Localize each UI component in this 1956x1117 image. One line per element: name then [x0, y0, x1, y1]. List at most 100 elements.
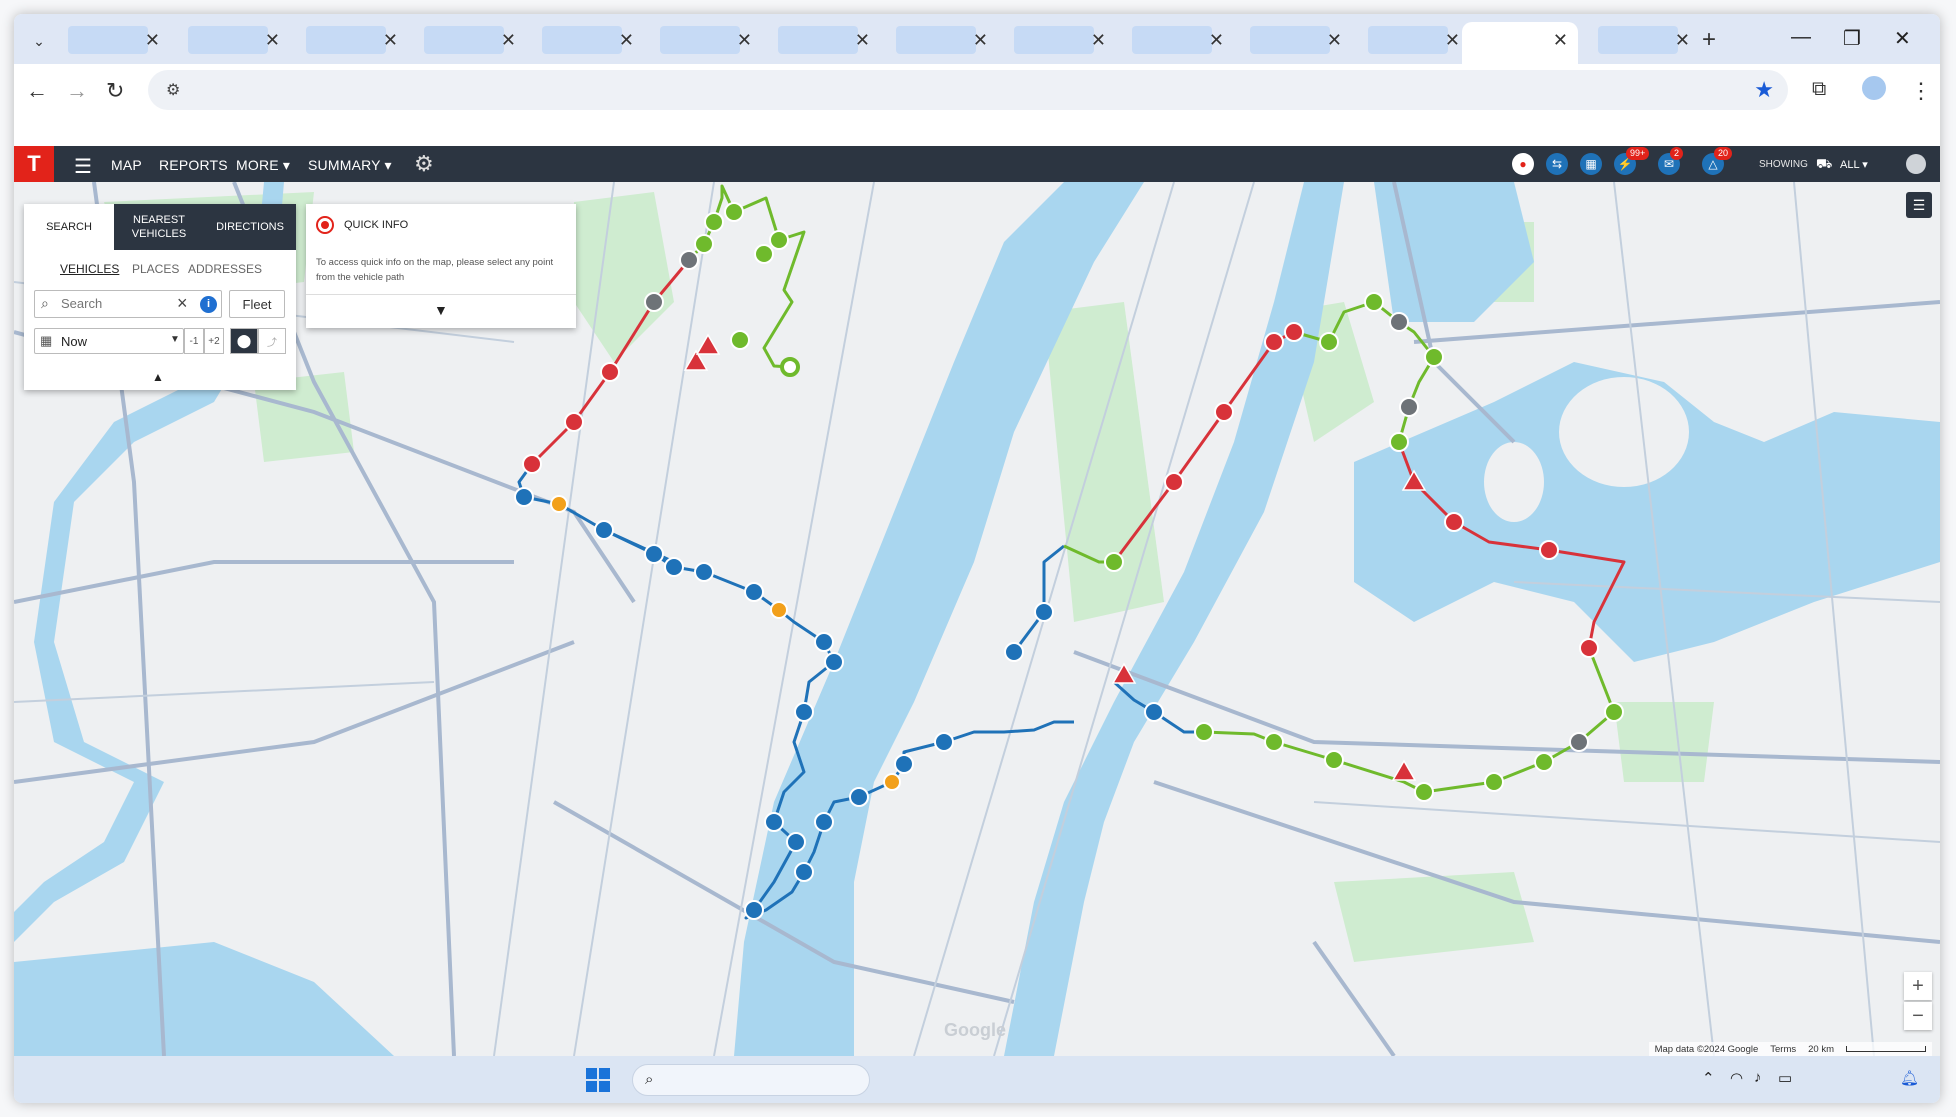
profile-avatar[interactable] [1862, 76, 1886, 100]
tab-close-icon[interactable]: ✕ [855, 29, 870, 51]
map-svg[interactable] [14, 182, 1940, 1056]
notification-bell-icon[interactable]: 🔔︎ [1900, 1069, 1919, 1087]
user-account-icon[interactable] [1906, 154, 1926, 174]
direction-arrow-marker-icon[interactable] [594, 520, 614, 540]
driver-icon[interactable]: ● [1512, 153, 1534, 175]
tab-close-icon[interactable]: ✕ [619, 29, 634, 51]
direction-arrow-marker-icon[interactable] [1444, 512, 1464, 532]
direction-arrow-marker-icon[interactable] [769, 230, 789, 250]
direction-arrow-marker-icon[interactable] [600, 362, 620, 382]
direction-arrow-marker-icon[interactable] [724, 202, 744, 222]
expand-panel-icon[interactable]: ▼ [434, 302, 448, 318]
browser-tab-active[interactable]: ✕ [1462, 22, 1578, 64]
subtab-vehicles[interactable]: VEHICLES [60, 262, 119, 276]
showing-dropdown[interactable]: ALL ▾ [1840, 158, 1868, 171]
route-end-marker-icon[interactable] [780, 357, 800, 377]
direction-arrow-marker-icon[interactable] [754, 244, 774, 264]
direction-arrow-marker-icon[interactable] [644, 544, 664, 564]
route-toggle-button[interactable]: ⤴ [258, 328, 286, 354]
stop-marker-icon[interactable] [770, 601, 788, 619]
tab-close-icon[interactable]: ✕ [1675, 29, 1690, 51]
battery-icon[interactable]: ▭ [1778, 1069, 1792, 1087]
nav-map[interactable]: MAP [111, 157, 142, 173]
tab-close-icon[interactable]: ✕ [1445, 29, 1460, 51]
tab-directions[interactable]: DIRECTIONS [204, 204, 296, 250]
stop-marker-icon[interactable] [883, 773, 901, 791]
direction-arrow-marker-icon[interactable] [694, 234, 714, 254]
tab-close-icon[interactable]: ✕ [145, 29, 160, 51]
direction-arrow-marker-icon[interactable] [1389, 432, 1409, 452]
direction-arrow-marker-icon[interactable] [794, 702, 814, 722]
direction-arrow-marker-icon[interactable] [694, 562, 714, 582]
direction-arrow-marker-icon[interactable] [849, 787, 869, 807]
browser-tab[interactable]: ✕ [882, 22, 998, 58]
zoom-in-button[interactable]: + [1904, 972, 1932, 1000]
back-icon[interactable]: ← [26, 78, 48, 104]
direction-arrow-marker-icon[interactable] [1319, 332, 1339, 352]
direction-arrow-marker-icon[interactable] [1164, 472, 1184, 492]
tab-close-icon[interactable]: ✕ [383, 29, 398, 51]
fleet-button[interactable]: Fleet [229, 290, 285, 318]
direction-arrow-marker-icon[interactable] [644, 292, 664, 312]
direction-arrow-marker-icon[interactable] [1364, 292, 1384, 312]
direction-arrow-marker-icon[interactable] [786, 832, 806, 852]
tab-close-icon[interactable]: ✕ [501, 29, 516, 51]
subtab-addresses[interactable]: ADDRESSES [188, 262, 262, 276]
tab-close-icon[interactable]: ✕ [973, 29, 988, 51]
direction-arrow-marker-icon[interactable] [1604, 702, 1624, 722]
direction-arrow-marker-icon[interactable] [1324, 750, 1344, 770]
chevron-up-icon[interactable]: ⌃ [1702, 1069, 1715, 1087]
direction-arrow-marker-icon[interactable] [1399, 397, 1419, 417]
direction-arrow-marker-icon[interactable] [1214, 402, 1234, 422]
tab-search[interactable]: SEARCH [24, 204, 114, 250]
plus-hour-button[interactable]: +2 [204, 328, 224, 354]
browser-tab[interactable]: ✕ [1354, 22, 1470, 58]
nav-summary[interactable]: SUMMARY ▾ [308, 157, 392, 174]
direction-arrow-marker-icon[interactable] [744, 582, 764, 602]
tab-close-icon[interactable]: ✕ [1091, 29, 1106, 51]
tab-nearest-vehicles[interactable]: NEAREST VEHICLES [114, 204, 204, 250]
info-icon[interactable]: i [200, 296, 217, 313]
direction-arrow-marker-icon[interactable] [730, 330, 750, 350]
browser-tab[interactable]: ✕ [410, 22, 526, 58]
direction-arrow-marker-icon[interactable] [814, 632, 834, 652]
map-canvas[interactable]: SEARCH NEAREST VEHICLES DIRECTIONS VEHIC… [14, 182, 1940, 1056]
terms-link[interactable]: Terms [1770, 1044, 1796, 1055]
direction-arrow-marker-icon[interactable] [744, 900, 764, 920]
direction-arrow-marker-icon[interactable] [1144, 702, 1164, 722]
direction-arrow-marker-icon[interactable] [664, 557, 684, 577]
direction-arrow-marker-icon[interactable] [679, 250, 699, 270]
tab-close-icon[interactable]: ✕ [1327, 29, 1342, 51]
browser-tab[interactable]: ✕ [1584, 22, 1700, 58]
restore-button[interactable]: ❐ [1843, 26, 1861, 51]
messages-icon[interactable]: ✉ 2 [1658, 147, 1684, 175]
browser-tab[interactable]: ✕ [764, 22, 880, 58]
layers-menu-icon[interactable]: ☰ [1906, 192, 1932, 218]
browser-menu-icon[interactable]: ⋮ [1910, 78, 1932, 104]
extensions-icon[interactable]: ⧉ [1812, 78, 1826, 101]
direction-arrow-marker-icon[interactable] [564, 412, 584, 432]
zoom-out-button[interactable]: − [1904, 1002, 1932, 1030]
direction-arrow-marker-icon[interactable] [824, 652, 844, 672]
route-icon[interactable]: ⇆ [1546, 153, 1568, 175]
direction-arrow-marker-icon[interactable] [1534, 752, 1554, 772]
direction-arrow-marker-icon[interactable] [1194, 722, 1214, 742]
tab-close-icon[interactable]: ✕ [265, 29, 280, 51]
direction-arrow-marker-icon[interactable] [894, 754, 914, 774]
taskbar-search[interactable]: ⌕ [632, 1064, 870, 1096]
direction-arrow-marker-icon[interactable] [1569, 732, 1589, 752]
direction-arrow-marker-icon[interactable] [522, 454, 542, 474]
direction-arrow-marker-icon[interactable] [704, 212, 724, 232]
location-pin-button[interactable]: ⬤ [230, 328, 258, 354]
vehicle-filter-icon[interactable]: ⛟ [1816, 156, 1832, 174]
search-field[interactable]: ⌕ × i [34, 290, 222, 318]
direction-arrow-marker-icon[interactable] [1484, 772, 1504, 792]
minimize-button[interactable]: — [1791, 26, 1811, 49]
forward-icon[interactable]: → [66, 78, 88, 104]
direction-arrow-marker-icon[interactable] [794, 862, 814, 882]
nav-more[interactable]: MORE ▾ [236, 157, 290, 174]
browser-tab[interactable]: ✕ [528, 22, 644, 58]
browser-tab[interactable]: ✕ [1000, 22, 1116, 58]
tab-close-icon[interactable]: ✕ [1209, 29, 1224, 51]
browser-tab[interactable]: ✕ [646, 22, 762, 58]
